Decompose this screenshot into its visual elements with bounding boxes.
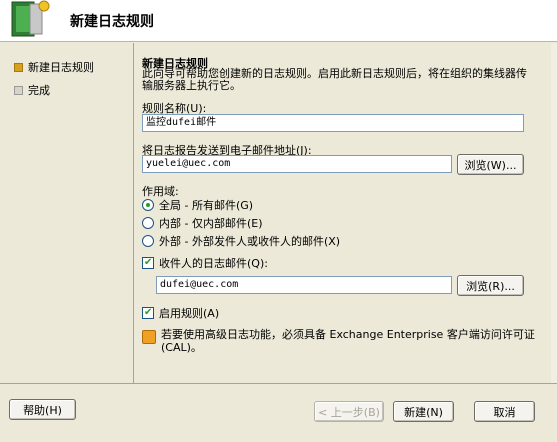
footer-divider bbox=[0, 383, 557, 384]
wizard-nav: 新建日志规则 完成 bbox=[0, 43, 128, 383]
scope-option-label: 外部 - 外部发件人或收件人的邮件(X) bbox=[159, 235, 341, 248]
license-note: 若要使用高级日志功能，必须具备 Exchange Enterprise 客户端访… bbox=[161, 328, 535, 354]
rule-name-input[interactable]: 监控dufei邮件 bbox=[142, 114, 524, 132]
checkbox-checked-icon bbox=[142, 257, 154, 269]
step-active-icon bbox=[14, 62, 23, 72]
nav-item-new-journal-rule[interactable]: 新建日志规则 bbox=[14, 59, 94, 75]
back-button[interactable]: < 上一步(B) bbox=[314, 401, 384, 422]
enable-rule-checkbox[interactable]: 启用规则(A) bbox=[142, 305, 219, 321]
exchange-wizard-icon bbox=[11, 0, 50, 37]
recipient-journal-label: 收件人的日志邮件(Q): bbox=[159, 257, 268, 270]
browse-recipient-button[interactable]: 浏览(R)... bbox=[457, 275, 524, 296]
step-pending-icon bbox=[14, 85, 23, 95]
nav-item-complete[interactable]: 完成 bbox=[14, 82, 50, 98]
nav-item-label: 新建日志规则 bbox=[28, 61, 94, 74]
radio-unselected-icon bbox=[142, 217, 154, 229]
new-button[interactable]: 新建(N) bbox=[393, 401, 454, 422]
scope-option-label: 内部 - 仅内部邮件(E) bbox=[159, 217, 263, 230]
right-edge-strip bbox=[551, 43, 557, 383]
recipient-journal-input[interactable]: dufei@uec.com bbox=[156, 276, 452, 294]
wizard-content: 新建日志规则 此向导可帮助您创建新的日志规则。启用此新日志规则后，将在组织的集线… bbox=[134, 43, 557, 383]
browse-report-address-button[interactable]: 浏览(W)... bbox=[457, 154, 524, 175]
wizard-header: 新建日志规则 bbox=[0, 0, 557, 42]
scope-internal-radio[interactable]: 内部 - 仅内部邮件(E) bbox=[142, 215, 263, 231]
report-address-input[interactable]: yuelei@uec.com bbox=[142, 155, 452, 173]
radio-selected-icon bbox=[142, 199, 154, 211]
scope-option-label: 全局 - 所有邮件(G) bbox=[159, 199, 254, 212]
checkbox-checked-icon bbox=[142, 307, 154, 319]
recipient-journal-checkbox[interactable]: 收件人的日志邮件(Q): bbox=[142, 255, 268, 271]
info-warning-icon bbox=[142, 330, 156, 344]
enable-rule-label: 启用规则(A) bbox=[159, 307, 220, 320]
scope-external-radio[interactable]: 外部 - 外部发件人或收件人的邮件(X) bbox=[142, 233, 340, 249]
wizard-title: 新建日志规则 bbox=[70, 14, 154, 30]
help-button[interactable]: 帮助(H) bbox=[9, 399, 76, 420]
section-description: 此向导可帮助您创建新的日志规则。启用此新日志规则后，将在组织的集线器传输服务器上… bbox=[142, 67, 527, 92]
scope-global-radio[interactable]: 全局 - 所有邮件(G) bbox=[142, 197, 253, 213]
radio-unselected-icon bbox=[142, 235, 154, 247]
cancel-button[interactable]: 取消 bbox=[474, 401, 535, 422]
nav-item-label: 完成 bbox=[28, 84, 50, 97]
